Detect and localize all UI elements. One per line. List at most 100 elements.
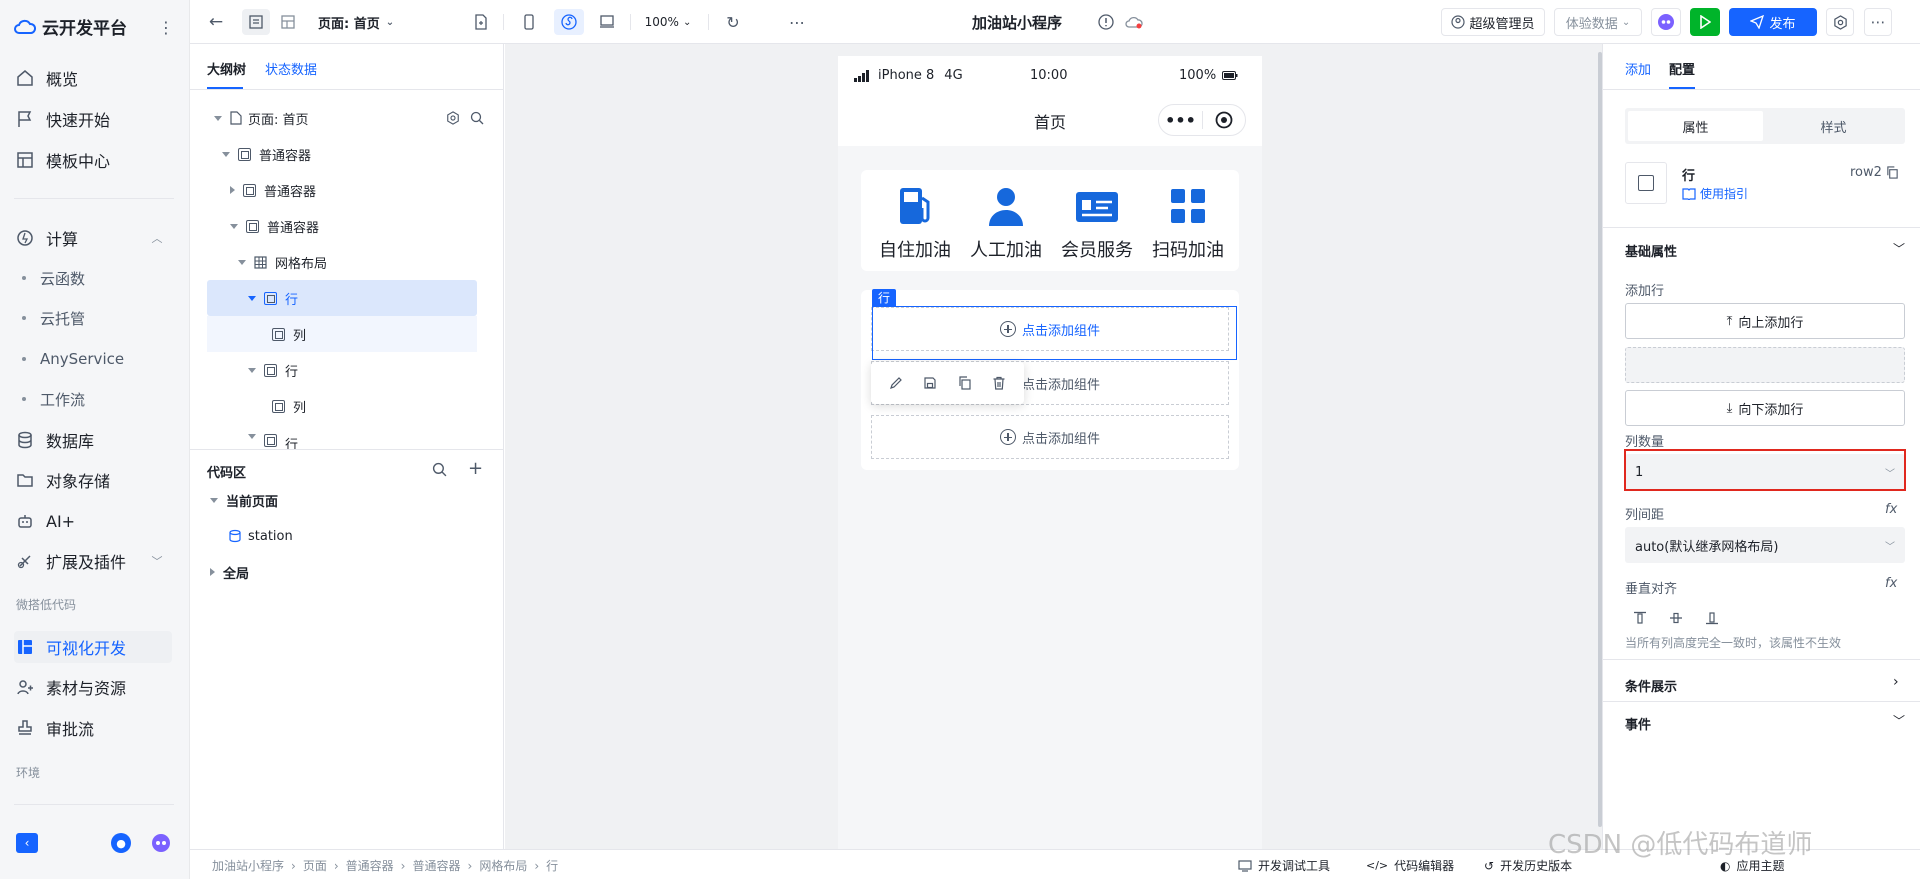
tab-config[interactable]: 配置 — [1669, 59, 1695, 78]
breadcrumb-item[interactable]: 行 — [546, 857, 558, 874]
desktop-device-icon[interactable] — [594, 9, 620, 35]
code-current-page[interactable]: 当前页面 — [210, 482, 278, 518]
breadcrumb-item[interactable]: 加油站小程序 — [212, 857, 284, 874]
ai-assistant-icon[interactable] — [1651, 8, 1681, 36]
page-view-icon[interactable] — [242, 9, 270, 35]
tree-row-row[interactable]: 行 — [248, 424, 298, 449]
sidebar-item-extensions[interactable]: 扩展及插件 ﹀ — [14, 545, 174, 577]
sidebar-item-templates[interactable]: 模板中心 — [14, 144, 174, 176]
capsule-more-icon[interactable]: ••• — [1159, 111, 1202, 130]
align-middle-icon[interactable] — [1669, 611, 1683, 625]
assistant-icon[interactable] — [150, 833, 172, 853]
info-icon[interactable] — [1096, 9, 1116, 35]
tree-row-row-selected[interactable]: 行 — [248, 280, 298, 316]
sidebar-item-visual-dev[interactable]: 可视化开发 — [14, 631, 172, 663]
add-row-above-button[interactable]: ⤒ 向上添加行 — [1625, 303, 1905, 339]
publish-button[interactable]: 发布 — [1729, 8, 1817, 36]
settings-icon[interactable] — [446, 111, 460, 125]
run-preview-icon[interactable] — [1690, 8, 1720, 36]
add-icon[interactable]: + — [468, 458, 483, 479]
breadcrumb-item[interactable]: 普通容器 — [412, 857, 460, 874]
tree-row-container[interactable]: 普通容器 — [222, 136, 311, 172]
page-selector[interactable]: 页面: 首页 ⌄ — [318, 9, 408, 35]
usage-guide-link[interactable]: 使用指引 — [1682, 185, 1748, 202]
tree-row-grid[interactable]: 网格布局 — [238, 244, 327, 280]
tree-row-column[interactable]: 列 — [272, 388, 306, 424]
search-icon[interactable] — [470, 111, 484, 125]
align-bottom-icon[interactable] — [1705, 611, 1719, 625]
chevron-down-icon[interactable]: ﹀ — [1893, 712, 1905, 729]
copy-icon[interactable] — [1886, 166, 1899, 179]
user-avatar-icon[interactable]: ● — [111, 833, 131, 853]
sidebar-item-approval[interactable]: 审批流 — [14, 712, 174, 744]
sidebar-item-storage[interactable]: 对象存储 — [14, 464, 174, 496]
chevron-down-icon[interactable]: ﹀ — [1893, 240, 1905, 257]
add-page-icon[interactable] — [468, 9, 494, 35]
tab-attributes[interactable]: 属性 — [1628, 111, 1763, 141]
settings-icon[interactable] — [1826, 8, 1854, 36]
align-top-icon[interactable] — [1633, 611, 1647, 625]
nav-item-member[interactable]: 会员服务 — [1057, 186, 1137, 262]
sidebar-item-hosting[interactable]: 云托管 — [22, 304, 85, 332]
collapse-sidebar-icon[interactable]: ‹ — [16, 833, 38, 853]
tab-add[interactable]: 添加 — [1625, 59, 1651, 78]
tree-row-container[interactable]: 普通容器 — [230, 208, 319, 244]
admin-role-button[interactable]: 超级管理员 — [1441, 8, 1545, 36]
nav-item-self-fuel[interactable]: 自住加油 — [875, 186, 955, 262]
edit-icon[interactable] — [889, 376, 903, 390]
miniprogram-device-icon[interactable] — [554, 9, 584, 35]
add-row-below-button[interactable]: ⤓ 向下添加行 — [1625, 390, 1905, 426]
layout-view-icon[interactable] — [274, 9, 302, 35]
sidebar-item-assets[interactable]: 素材与资源 — [14, 671, 174, 703]
condition-display-title[interactable]: 条件展示 — [1625, 676, 1677, 695]
sidebar-item-cloudfn[interactable]: 云函数 — [22, 264, 85, 292]
breadcrumb-item[interactable]: 网格布局 — [479, 857, 527, 874]
selected-row-outline[interactable] — [872, 306, 1237, 360]
nav-item-manual-fuel[interactable]: 人工加油 — [966, 186, 1046, 262]
back-arrow-icon[interactable]: ← — [204, 9, 228, 35]
breadcrumb-item[interactable]: 页面 — [303, 857, 327, 874]
zoom-selector[interactable]: 100% ⌄ — [638, 9, 698, 35]
breadcrumb-item[interactable]: 普通容器 — [346, 857, 394, 874]
capsule-close-icon[interactable] — [1203, 111, 1245, 129]
tree-row-page[interactable]: 页面: 首页 — [214, 100, 484, 136]
capsule-menu[interactable]: ••• — [1158, 104, 1246, 136]
more-horizontal-icon[interactable]: ⋯ — [784, 9, 810, 35]
more-vertical-icon[interactable]: ⋮ — [158, 17, 174, 37]
tree-row-column[interactable]: 列 — [272, 316, 306, 352]
tree-row-container[interactable]: 普通容器 — [230, 172, 316, 208]
sidebar-item-ai[interactable]: AI+ — [14, 505, 174, 537]
debug-tools-button[interactable]: 开发调试工具 — [1238, 857, 1330, 874]
save-icon[interactable] — [923, 376, 937, 390]
mobile-device-icon[interactable] — [516, 9, 542, 35]
cloud-sync-icon[interactable] — [1124, 9, 1144, 35]
sidebar-item-compute[interactable]: 计算 ︿ — [14, 222, 174, 254]
refresh-icon[interactable]: ↻ — [720, 9, 746, 35]
code-global[interactable]: 全局 — [210, 554, 249, 590]
trial-data-selector[interactable]: 体验数据 ⌄ — [1554, 8, 1642, 36]
chevron-right-icon[interactable]: › — [1893, 674, 1899, 690]
column-gap-select[interactable]: auto(默认继承网格布局) ﹀ — [1625, 527, 1905, 563]
tab-state-data[interactable]: 状态数据 — [265, 59, 317, 78]
tree-row-row[interactable]: 行 — [248, 352, 298, 388]
more-options-icon[interactable]: ⋯ — [1864, 8, 1892, 36]
code-item-station[interactable]: station — [228, 518, 293, 554]
delete-icon[interactable] — [992, 376, 1006, 390]
sidebar-item-quickstart[interactable]: 快速开始 — [14, 103, 174, 135]
search-icon[interactable] — [432, 462, 447, 477]
formula-icon[interactable]: fx — [1885, 502, 1897, 517]
tab-style[interactable]: 样式 — [1765, 111, 1902, 141]
code-editor-button[interactable]: </> 代码编辑器 — [1366, 857, 1454, 874]
sidebar-item-anyservice[interactable]: AnyService — [22, 345, 124, 373]
formula-icon[interactable]: fx — [1885, 576, 1897, 591]
sidebar-item-overview[interactable]: 概览 — [14, 62, 174, 94]
tab-outline[interactable]: 大纲树 — [207, 59, 246, 78]
sidebar-item-workflow[interactable]: 工作流 — [22, 385, 85, 413]
status-bar-left: iPhone 8 4G — [854, 68, 963, 83]
nav-item-scan[interactable]: 扫码加油 — [1148, 186, 1228, 262]
sidebar-item-database[interactable]: 数据库 — [14, 424, 174, 456]
vertical-align-hint: 当所有列高度完全一致时，该属性不生效 — [1625, 636, 1842, 650]
copy-icon[interactable] — [958, 376, 972, 390]
events-title[interactable]: 事件 — [1625, 714, 1651, 733]
add-component-slot[interactable]: 点击添加组件 — [871, 415, 1229, 459]
